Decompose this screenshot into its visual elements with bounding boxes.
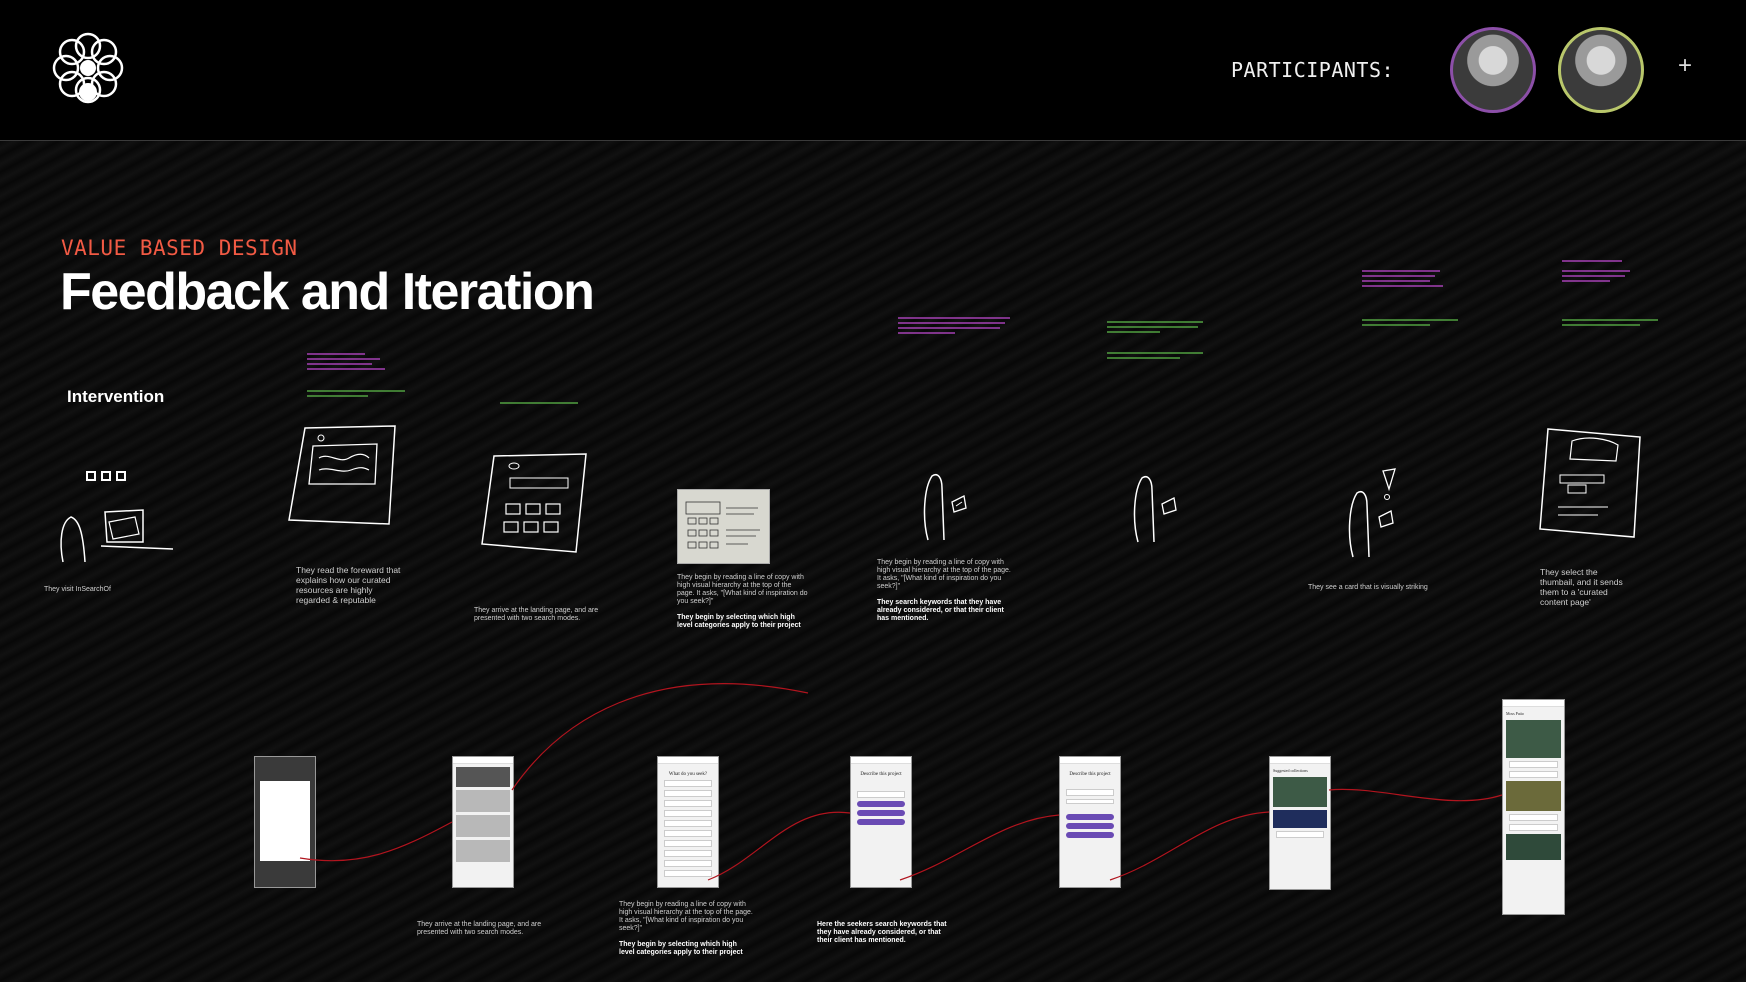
screen-caption: They arrive at the landing page, and are… — [417, 921, 542, 936]
sketch-curated-page — [1539, 428, 1641, 538]
sketch-caption: They begin by reading a line of copy wit… — [877, 559, 1012, 623]
screen-describe-project-keywords[interactable]: Describe this project — [1059, 756, 1121, 888]
sketch-caption: They read the foreward that explains how… — [296, 565, 401, 605]
section-label: Intervention — [67, 387, 165, 406]
participant-avatar[interactable] — [1558, 27, 1644, 113]
caption-text: They begin by reading a line of copy wit… — [877, 559, 1011, 590]
sketch-finger-tap — [1133, 476, 1177, 543]
caption-bold: Here the seekers search keywords that th… — [817, 921, 947, 944]
foreword-card — [260, 781, 310, 861]
sketch-landing-page — [481, 453, 587, 553]
caption-bold: They search keywords that they have alre… — [877, 599, 1004, 622]
screen-title: Describe this project — [860, 772, 902, 777]
participant-avatar[interactable] — [1450, 27, 1536, 113]
screen-caption: Here the seekers search keywords that th… — [817, 921, 952, 945]
board-title: Feedback and Iteration — [60, 263, 595, 321]
screen-title: What do you seek? — [668, 772, 708, 777]
sketch-foreword — [288, 425, 396, 525]
caption-bold: They begin by selecting which high level… — [677, 614, 801, 629]
screen-suggested-collections[interactable]: Suggested collections — [1269, 756, 1331, 890]
sketch-caption: They visit InSearchOf — [44, 586, 111, 593]
sketch-visit-site — [60, 471, 174, 563]
sketch-caption: They see a card that is visually strikin… — [1308, 584, 1428, 591]
header-bar: PARTICIPANTS: + — [0, 0, 1746, 141]
add-participant-button[interactable]: + — [1678, 52, 1692, 80]
screen-title: Describe this project — [1069, 772, 1111, 777]
screen-title: Suggested collections — [1273, 768, 1308, 773]
screen-title: Moss Patio — [1506, 711, 1524, 716]
caption-bold: They begin by selecting which high level… — [619, 941, 743, 956]
caption-text: They begin by reading a line of copy wit… — [677, 574, 808, 605]
sketch-caption: They begin by reading a line of copy wit… — [677, 574, 809, 630]
sketch-striking-card — [1348, 468, 1396, 558]
sketch-caption: They select the thumbail, and it sends t… — [1540, 567, 1623, 607]
board-eyebrow: VALUE BASED DESIGN — [61, 236, 298, 260]
screen-caption: They begin by reading a line of copy wit… — [619, 901, 754, 957]
screen-foreword[interactable] — [254, 756, 316, 888]
sketch-finger-tap — [923, 474, 967, 541]
screen-describe-project[interactable]: Describe this project — [850, 756, 912, 888]
flower-logo-icon — [52, 32, 124, 104]
caption-text: They begin by reading a line of copy wit… — [619, 901, 753, 932]
screen-curated-content[interactable]: Moss Patio — [1502, 699, 1565, 915]
whiteboard-frame: PARTICIPANTS: + VALUE BASED DESIGN Feedb… — [0, 0, 1746, 982]
sketch-caption: They arrive at the landing page, and are… — [474, 607, 599, 622]
paper-sketch-photo — [677, 489, 770, 564]
screen-what-do-you-seek[interactable]: What do you seek? — [657, 756, 719, 888]
participants-label: PARTICIPANTS: — [1231, 58, 1395, 82]
screen-landing[interactable] — [452, 756, 514, 888]
